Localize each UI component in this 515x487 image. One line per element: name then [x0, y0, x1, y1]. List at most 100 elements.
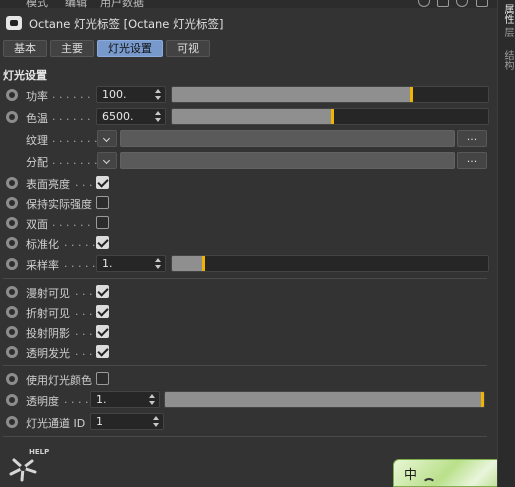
animate-radio-icon[interactable]: [6, 89, 18, 101]
menu-mode[interactable]: 模式: [26, 0, 48, 8]
forward-arrow-icon[interactable]: [383, 0, 393, 5]
param-dots: . . . . . . .: [52, 132, 98, 145]
spinner-icon[interactable]: [155, 257, 162, 270]
animate-radio-icon[interactable]: [6, 373, 18, 385]
distribution-dropdown-icon[interactable]: [97, 152, 117, 169]
animate-radio-icon[interactable]: [6, 394, 18, 406]
surface-brightness-checkbox[interactable]: [96, 176, 109, 189]
animate-radio-icon[interactable]: [6, 416, 18, 428]
sample-rate-slider-fill: [172, 256, 204, 271]
tab-main[interactable]: 主要: [50, 40, 94, 57]
side-tab-layers[interactable]: 层: [501, 27, 513, 37]
param-dots: . . . .: [64, 393, 89, 406]
param-label: 投射阴影: [26, 327, 70, 340]
power-value: 100.: [102, 88, 127, 101]
temperature-value: 6500.: [102, 110, 134, 123]
ime-swirl-icon: [422, 478, 436, 486]
side-tab-structure[interactable]: 结构: [501, 50, 513, 70]
spinner-icon[interactable]: [153, 415, 160, 428]
divider: [3, 365, 487, 366]
menu-edit[interactable]: 编辑: [65, 0, 87, 8]
side-tab-attributes[interactable]: 属性: [501, 4, 513, 24]
temperature-slider-fill: [172, 109, 333, 124]
animate-radio-icon[interactable]: [6, 346, 18, 358]
pin-icon[interactable]: [437, 0, 449, 7]
power-slider-handle[interactable]: [410, 87, 413, 102]
animate-radio-icon[interactable]: [6, 326, 18, 338]
section-title: 灯光设置: [3, 69, 47, 82]
param-dots: . . .: [75, 305, 93, 318]
param-label: 双面: [26, 218, 48, 231]
sample-rate-slider-handle[interactable]: [202, 256, 205, 271]
diffuse-visible-checkbox[interactable]: [96, 285, 109, 298]
octane-tag-icon: [6, 16, 22, 30]
param-label: 使用灯光颜色: [26, 374, 92, 387]
tab-light-settings[interactable]: 灯光设置: [97, 40, 163, 57]
spinner-icon[interactable]: [155, 110, 162, 123]
power-slider-fill: [172, 87, 412, 102]
octane-help-logo-icon[interactable]: [8, 454, 38, 482]
spinner-icon[interactable]: [155, 88, 162, 101]
divider: [3, 278, 487, 279]
param-label: 折射可见: [26, 307, 70, 320]
tab-bar: 基本 主要 灯光设置 可视: [3, 40, 210, 57]
sample-rate-slider[interactable]: [171, 255, 489, 272]
param-dots: . . . . . .: [52, 216, 91, 229]
animate-radio-icon[interactable]: [6, 197, 18, 209]
param-distribution: 分配 . . . . . . . ...: [0, 151, 497, 171]
texture-dropdown-icon[interactable]: [97, 130, 117, 147]
param-dots: . . . . . .: [52, 110, 91, 123]
temperature-slider-handle[interactable]: [331, 109, 334, 124]
temperature-slider[interactable]: [171, 108, 489, 125]
normalize-checkbox[interactable]: [96, 236, 109, 249]
lock-icon[interactable]: [456, 0, 468, 7]
animate-radio-icon[interactable]: [6, 258, 18, 270]
param-surface-brightness: 表面亮度 . . .: [0, 173, 497, 193]
animate-radio-icon[interactable]: [6, 111, 18, 123]
animate-radio-icon[interactable]: [6, 286, 18, 298]
search-icon[interactable]: [418, 0, 430, 7]
tab-visibility[interactable]: 可视: [166, 40, 210, 57]
transparent-emission-checkbox[interactable]: [96, 345, 109, 358]
param-dots: . . . . . . .: [52, 154, 98, 167]
param-label: 透明度: [26, 395, 59, 408]
param-label: 标准化: [26, 238, 59, 251]
texture-browse-button[interactable]: ...: [457, 130, 487, 147]
texture-link-field[interactable]: [120, 130, 455, 147]
opacity-slider[interactable]: [164, 391, 485, 408]
new-panel-icon[interactable]: [476, 0, 488, 7]
keep-intensity-checkbox[interactable]: [96, 196, 109, 209]
animate-radio-icon[interactable]: [6, 237, 18, 249]
param-texture: 纹理 . . . . . . . ...: [0, 129, 497, 149]
distribution-link-field[interactable]: [120, 152, 455, 169]
animate-radio-icon[interactable]: [6, 177, 18, 189]
back-arrow-icon[interactable]: [357, 0, 367, 5]
param-label: 功率: [26, 90, 48, 103]
param-dots: . . .: [75, 345, 93, 358]
help-label: HELP: [29, 448, 50, 456]
animate-radio-icon[interactable]: [6, 217, 18, 229]
object-title: Octane 灯光标签 [Octane 灯光标签]: [29, 17, 224, 31]
sample-rate-value: 1.: [102, 257, 113, 270]
tab-basic[interactable]: 基本: [3, 40, 47, 57]
distribution-browse-button[interactable]: ...: [457, 152, 487, 169]
param-label: 色温: [26, 112, 48, 125]
param-label: 分配: [26, 156, 48, 169]
sample-rate-input[interactable]: 1.: [96, 255, 166, 272]
animate-radio-icon[interactable]: [6, 306, 18, 318]
param-sample-rate: 采样率 . . . . . 1.: [0, 254, 497, 274]
refraction-visible-checkbox[interactable]: [96, 305, 109, 318]
temperature-input[interactable]: 6500.: [96, 108, 166, 125]
opacity-input[interactable]: 1.: [90, 391, 160, 408]
param-dots: . . .: [75, 176, 93, 189]
right-side-panel: 属性 层 结构: [497, 0, 515, 487]
cast-shadows-checkbox[interactable]: [96, 325, 109, 338]
spinner-icon[interactable]: [149, 393, 156, 406]
power-slider[interactable]: [171, 86, 489, 103]
power-input[interactable]: 100.: [96, 86, 166, 103]
menu-userdata[interactable]: 用户数据: [100, 0, 144, 8]
light-pass-id-input[interactable]: 1: [90, 413, 164, 430]
double-sided-checkbox[interactable]: [96, 216, 109, 229]
opacity-slider-handle[interactable]: [481, 392, 484, 407]
use-light-color-checkbox[interactable]: [96, 372, 109, 385]
